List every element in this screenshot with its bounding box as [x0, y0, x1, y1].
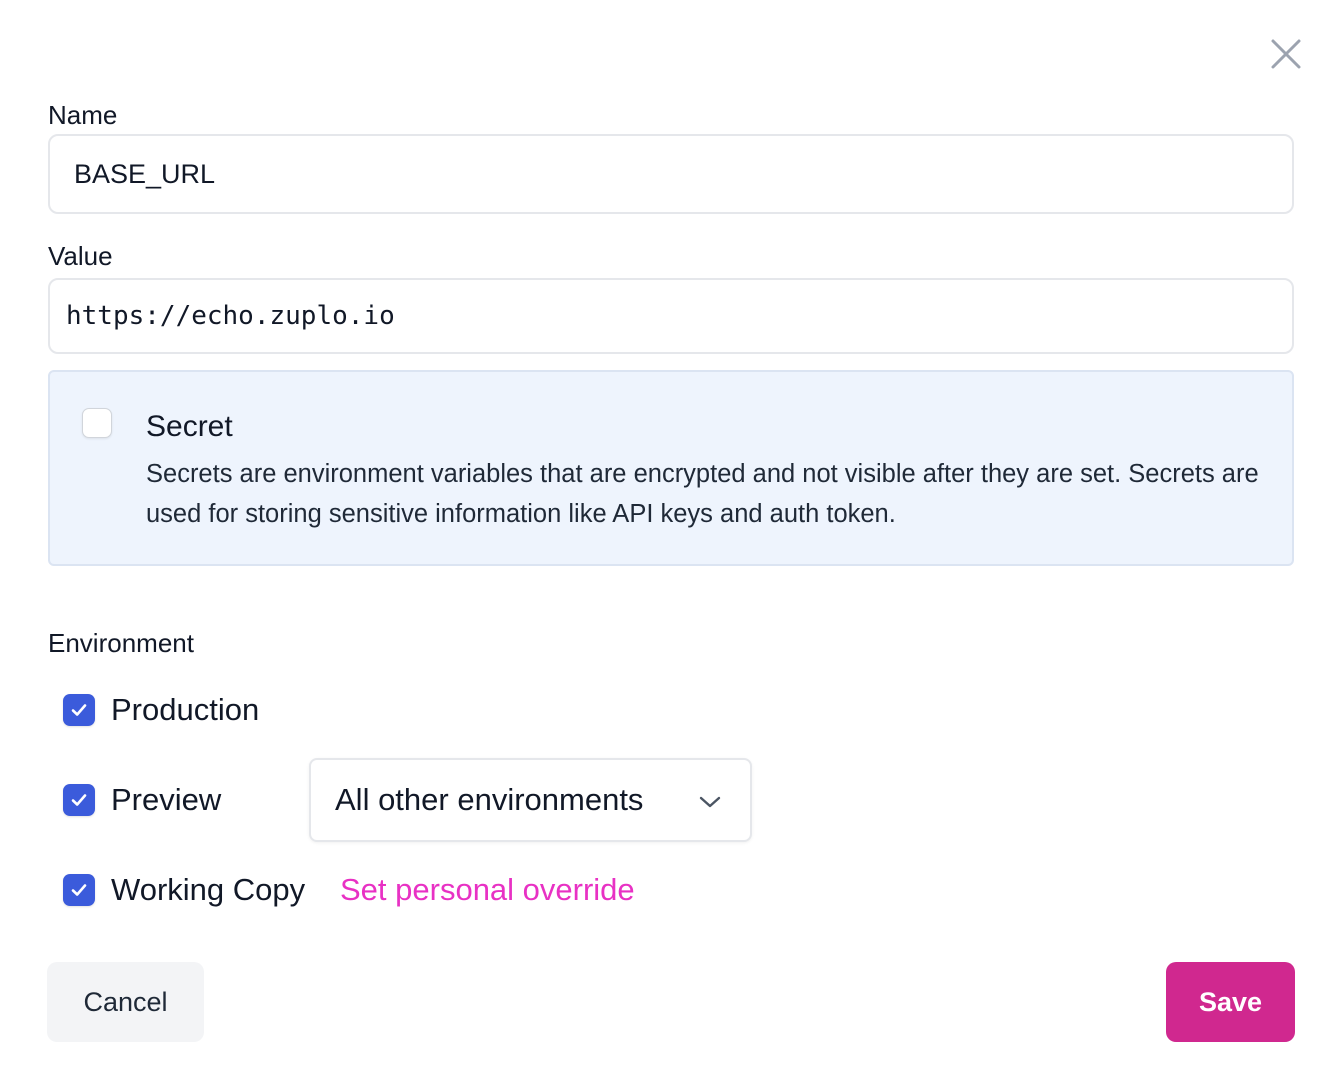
name-label: Name — [48, 100, 118, 130]
preview-checkbox[interactable] — [63, 784, 95, 816]
check-icon — [71, 704, 87, 716]
check-icon — [71, 794, 87, 806]
value-input[interactable]: https://echo.zuplo.io — [48, 278, 1294, 354]
preview-select-value: All other environments — [335, 782, 644, 817]
production-checkbox[interactable] — [63, 694, 95, 726]
working-copy-label: Working Copy — [111, 872, 306, 907]
env-variable-dialog: Name BASE_URL Value https://echo.zuplo.i… — [0, 0, 1341, 1089]
environment-label: Environment — [48, 628, 194, 658]
secret-panel: Secret Secrets are environment variables… — [48, 370, 1294, 566]
preview-label: Preview — [111, 782, 222, 817]
name-input-value: BASE_URL — [74, 158, 216, 189]
close-button[interactable] — [1266, 34, 1306, 74]
secret-title: Secret — [146, 410, 233, 443]
save-button[interactable]: Save — [1166, 962, 1295, 1042]
secret-description: Secrets are environment variables that a… — [146, 460, 1259, 528]
close-icon — [1271, 39, 1301, 69]
secret-checkbox[interactable] — [82, 408, 112, 438]
working-copy-checkbox[interactable] — [63, 874, 95, 906]
name-input[interactable]: BASE_URL — [48, 134, 1294, 214]
check-icon — [71, 884, 87, 896]
production-label: Production — [111, 692, 260, 727]
value-input-value: https://echo.zuplo.io — [66, 301, 395, 331]
cancel-button[interactable]: Cancel — [47, 962, 204, 1042]
chevron-down-icon — [699, 796, 721, 808]
preview-environment-select[interactable]: All other environments — [309, 758, 752, 842]
value-label: Value — [48, 241, 113, 271]
set-personal-override-link[interactable]: Set personal override — [340, 874, 635, 905]
